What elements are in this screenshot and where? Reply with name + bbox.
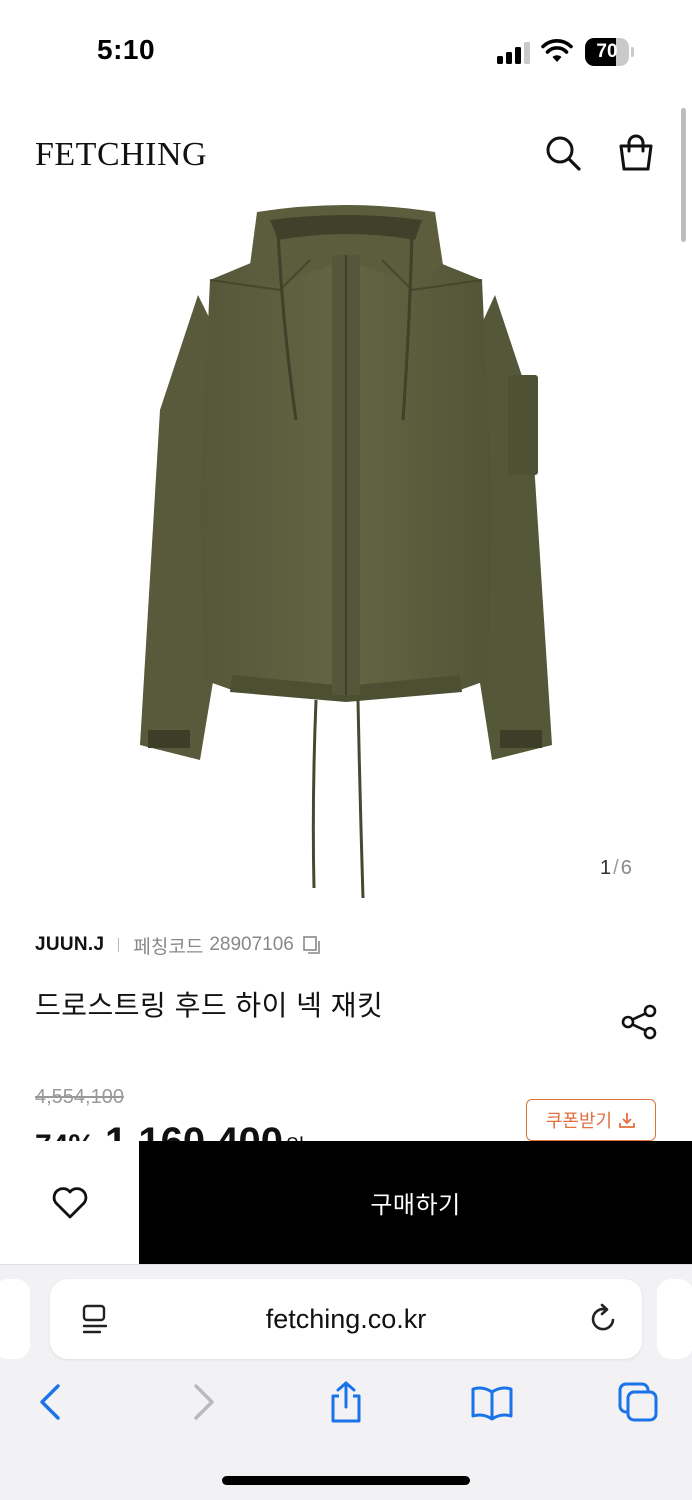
price-row: 74%1,160,400원 (35, 1120, 455, 1142)
wishlist-button[interactable] (0, 1141, 139, 1264)
share-icon[interactable] (620, 1003, 658, 1041)
coupon-label: 쿠폰받기 (545, 1111, 613, 1131)
product-code-label: 페칭코드 (133, 936, 204, 958)
product-code-value: 28907106 (209, 934, 294, 955)
site-header: FETCHING (0, 120, 692, 190)
product-meta: JUUN.J 페칭코드 28907106 (35, 932, 322, 958)
image-counter-current: 1 (600, 857, 612, 879)
heart-icon (52, 1186, 87, 1218)
shopping-bag-icon[interactable] (617, 134, 655, 172)
image-counter: 1/6 (600, 857, 632, 880)
logo[interactable]: FETCHING (35, 136, 207, 174)
buy-button[interactable]: 구매하기 (139, 1141, 692, 1264)
product-name: 드로스트링 후드 하이 넥 재킷 (35, 990, 384, 1021)
wifi-icon (541, 39, 573, 62)
image-counter-separator: / (613, 857, 619, 879)
meta-divider (118, 938, 120, 952)
page-menu-icon[interactable] (80, 1303, 110, 1335)
status-time: 5:10 (97, 34, 156, 65)
image-counter-total: 6 (620, 857, 632, 879)
copy-icon[interactable] (302, 935, 322, 955)
download-icon (619, 1113, 636, 1128)
search-icon[interactable] (544, 134, 582, 172)
coupon-button[interactable]: 쿠폰받기 (526, 1099, 656, 1141)
url-text[interactable]: fetching.co.kr (50, 1279, 642, 1359)
home-indicator[interactable] (222, 1476, 470, 1485)
address-bar[interactable]: fetching.co.kr (50, 1279, 642, 1359)
battery-indicator: 70 (585, 38, 635, 66)
original-price: 4,554,100 (35, 1086, 124, 1108)
product-image[interactable] (120, 200, 572, 900)
sale-price: 1,160,400 (105, 1120, 283, 1142)
battery-level: 70 (596, 41, 618, 62)
previous-tab-preview[interactable] (0, 1279, 30, 1359)
tabs-icon[interactable] (616, 1380, 660, 1424)
next-tab-preview[interactable] (657, 1279, 692, 1359)
share-sheet-icon[interactable] (324, 1380, 368, 1424)
bookmarks-icon[interactable] (470, 1380, 514, 1424)
brand-name[interactable]: JUUN.J (35, 934, 104, 956)
status-bar: 5:10 70 (0, 0, 692, 100)
purchase-bar: 구매하기 (0, 1141, 692, 1264)
reload-icon[interactable] (588, 1303, 618, 1335)
back-icon[interactable] (30, 1380, 74, 1424)
forward-icon[interactable] (180, 1380, 224, 1424)
cellular-signal-icon (497, 42, 530, 64)
